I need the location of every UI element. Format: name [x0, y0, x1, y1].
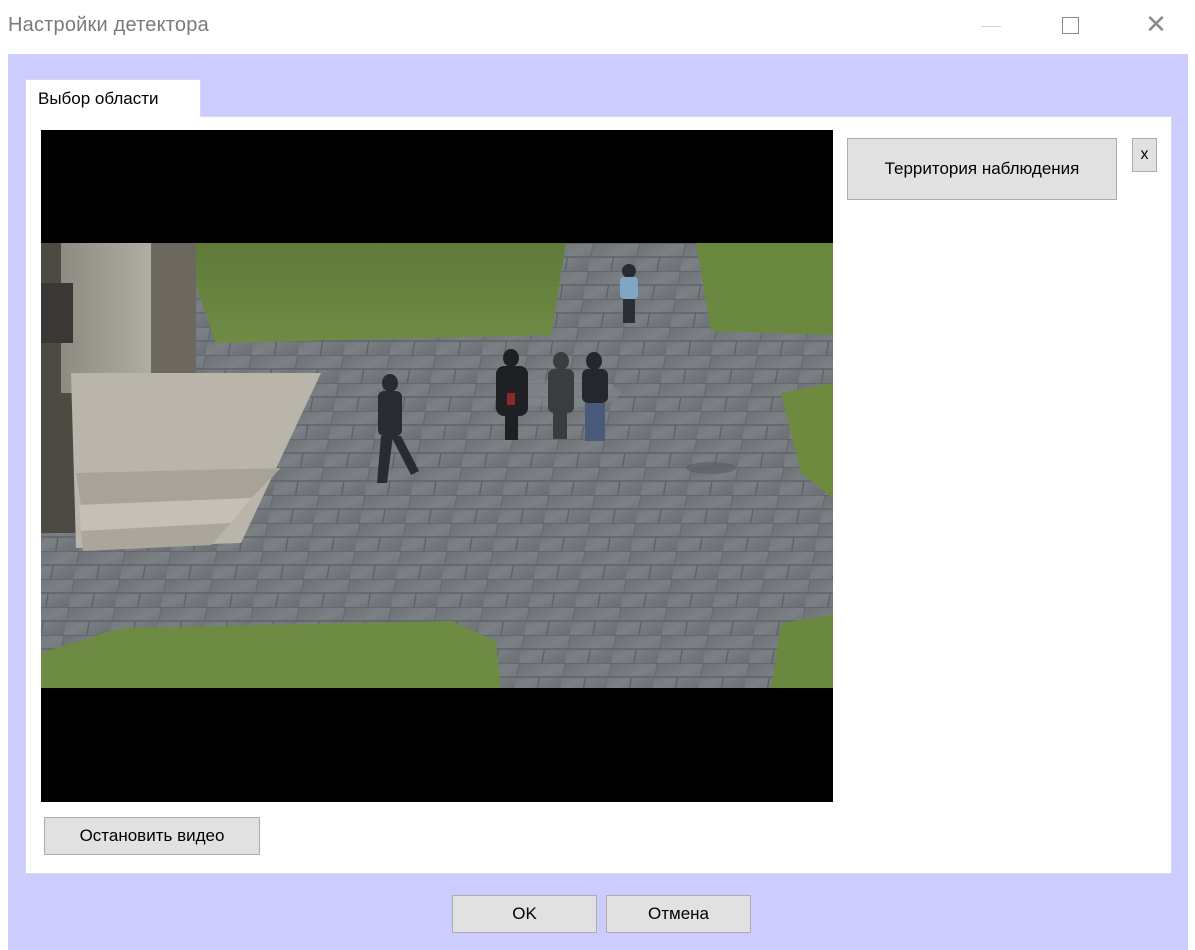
window-title: Настройки детектора [8, 14, 209, 36]
maximize-icon [1061, 16, 1079, 34]
video-preview[interactable] [41, 130, 833, 802]
tab-area-selection[interactable]: Выбор области [25, 79, 201, 117]
area-item-label: Территория наблюдения [884, 159, 1080, 178]
close-button[interactable]: ✕ [1133, 0, 1179, 50]
tab-panel-area-selection: Территория наблюдения x Остановить видео [25, 116, 1172, 874]
close-icon: ✕ [1145, 10, 1167, 40]
remove-area-button[interactable]: x [1132, 138, 1157, 172]
camera-feed-image [41, 243, 833, 688]
area-item-button[interactable]: Территория наблюдения [847, 138, 1117, 200]
cancel-button[interactable]: Отмена [606, 895, 751, 933]
remove-area-label: x [1140, 146, 1149, 163]
tab-label: Выбор области [38, 89, 159, 108]
minimize-icon [981, 25, 1001, 27]
minimize-button[interactable] [968, 0, 1014, 50]
title-bar[interactable]: Настройки детектора ✕ [0, 0, 1195, 52]
stop-video-button[interactable]: Остановить видео [44, 817, 260, 855]
client-area: Выбор области Территория наблюдения x Ос… [8, 54, 1188, 950]
maximize-button[interactable] [1047, 0, 1093, 50]
detector-settings-window: Настройки детектора ✕ Выбор области Терр… [0, 0, 1195, 950]
ok-button[interactable]: OK [452, 895, 597, 933]
